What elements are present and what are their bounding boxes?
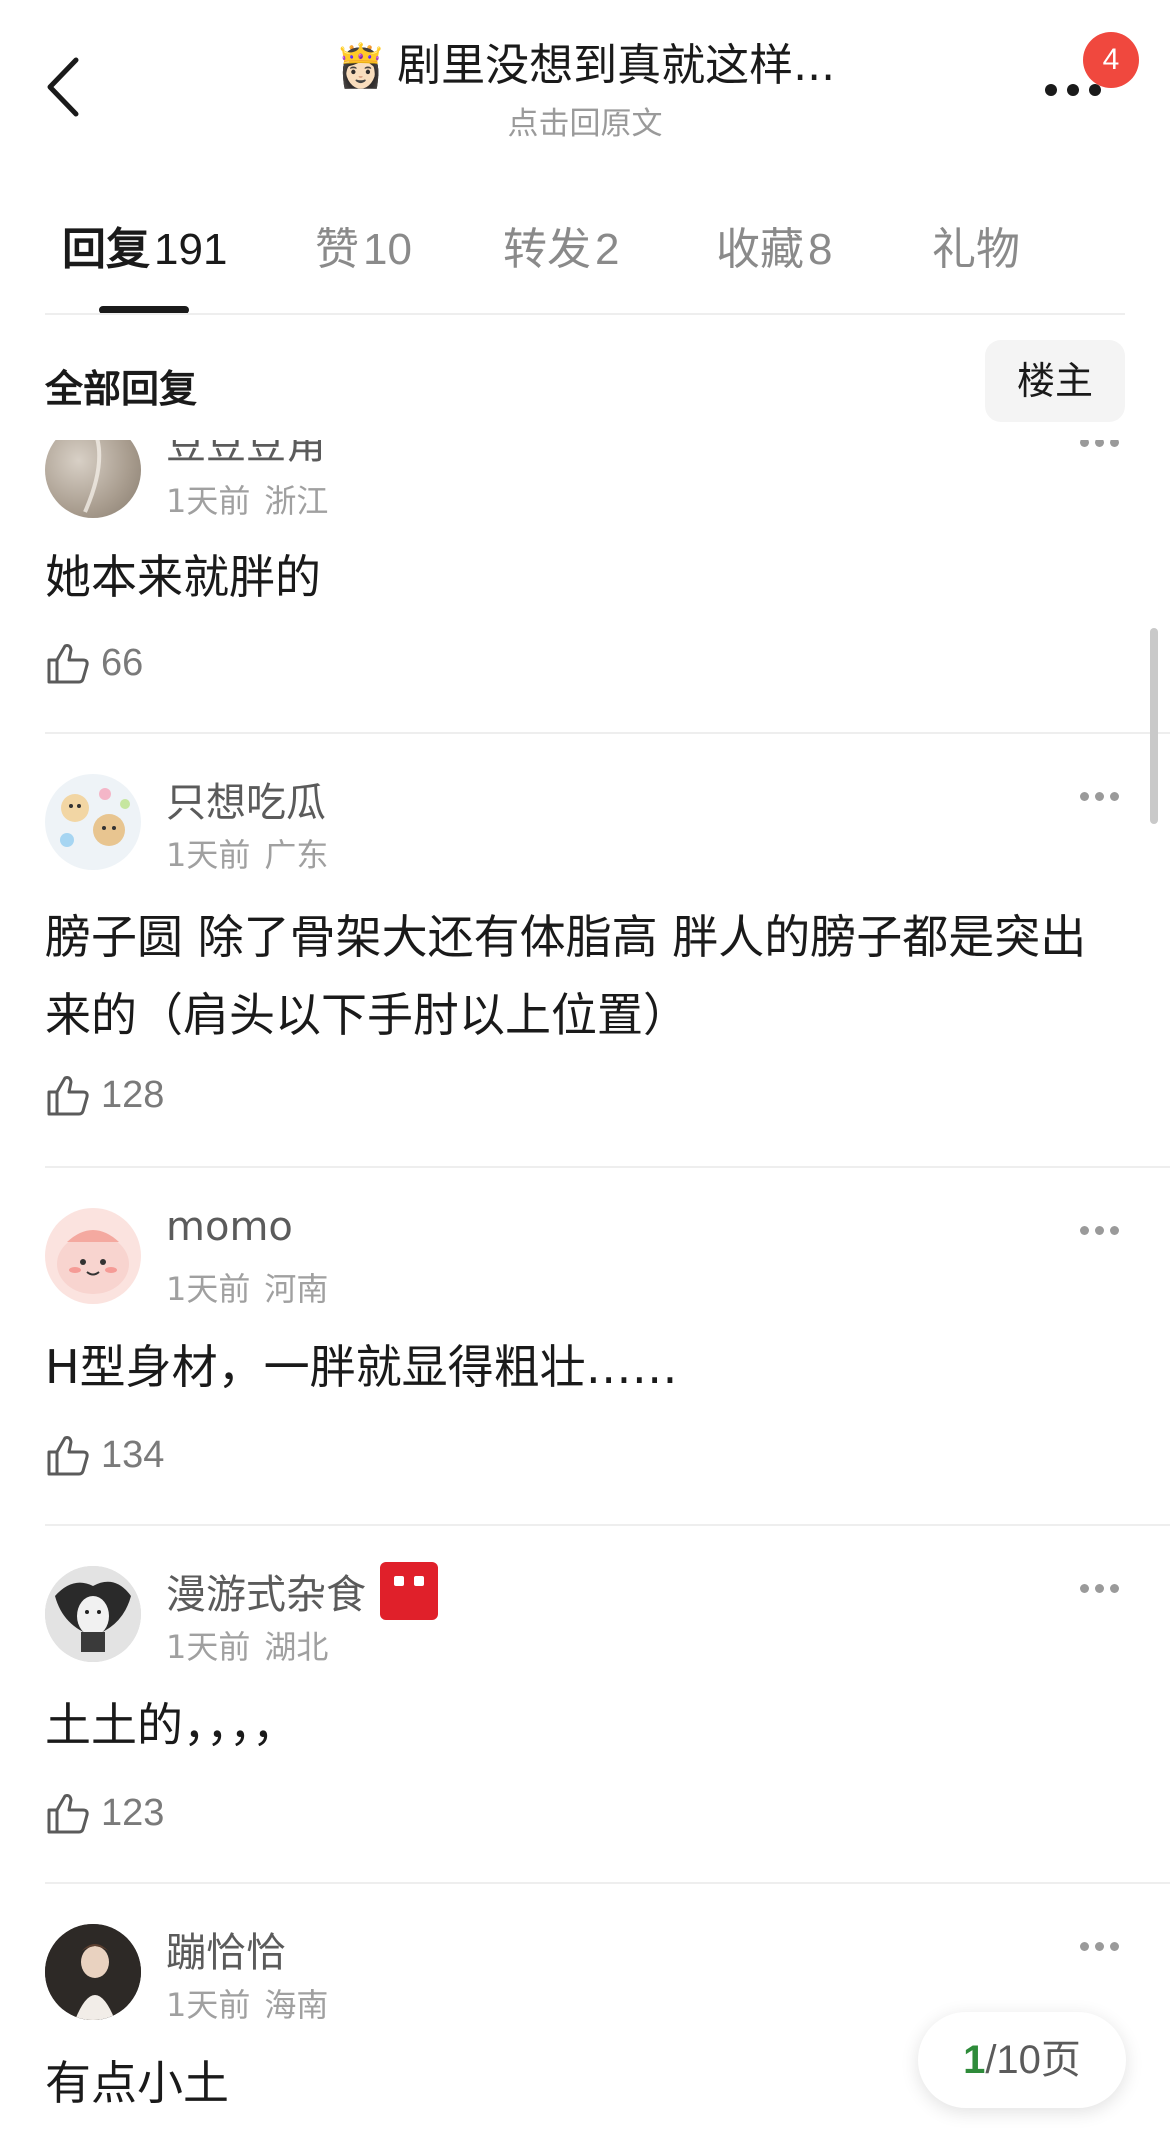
notification-badge[interactable]: 4 [1083,32,1139,88]
comment-meta: 1天前 湖北 [166,1622,328,1668]
comment-username[interactable]: 漫游式杂食 [166,1562,438,1620]
username-text: 蹦恰恰 [166,1930,286,1976]
comment-location: 河南 [264,1270,329,1308]
comment-location: 海南 [264,1986,329,2024]
tab-replies[interactable]: 回复191 [62,222,227,278]
like-count: 123 [101,1791,165,1834]
like-button[interactable]: 123 [45,1790,164,1836]
tab-label: 礼物 [932,224,1020,275]
comment-text: H型身材，一胖就显得粗壮…… [45,1340,678,1394]
princess-emoji-icon: 👸🏻 [334,41,388,90]
username-text: momo [166,1204,293,1250]
username-text: 只想吃瓜 [166,780,326,826]
comment-more-button[interactable] [1078,786,1122,810]
more-dot-icon [1045,84,1057,96]
total-pages: /10页 [985,2038,1081,2082]
interaction-tabs: 回复191 赞10 转发2 收藏8 礼物 [0,212,1170,316]
thumbs-up-icon [47,644,89,684]
tab-label: 赞 [315,224,359,275]
like-count: 134 [101,1433,165,1476]
more-dot-icon [1067,84,1079,96]
user-avatar[interactable] [45,1924,141,2020]
comment-more-button[interactable] [1078,1578,1122,1602]
like-count: 66 [101,641,144,684]
user-avatar[interactable] [45,1208,141,1304]
username-text: 漫游式杂食 [166,1572,366,1618]
thumbs-up-icon [47,1076,89,1116]
member-badge-icon [380,1562,438,1620]
comment-time: 1天前 [166,1986,251,2024]
comment-meta: 1天前 河南 [166,1264,328,1310]
post-title-block[interactable]: 👸🏻 剧里没想到真就这样... 点击回原文 [230,38,940,143]
comment-time: 1天前 [166,482,251,520]
comment-more-button[interactable] [1078,440,1122,456]
comment-time: 1天前 [166,1628,251,1666]
tabs-divider [45,313,1125,315]
comment-username[interactable]: 蹦恰恰 [166,1920,286,1978]
comment-item: 漫游式杂食 1天前 湖北 土土的，，，， 123 [0,1526,1170,1882]
comment-item: 豆豆豆角 1天前 浙江 她本来就胖的 66 [0,440,1170,732]
comment-location: 浙江 [264,482,329,520]
comment-username[interactable]: momo [166,1204,293,1250]
current-page: 1 [963,2038,986,2082]
all-replies-heading: 全部回复 [45,367,198,411]
top-nav-bar: 👸🏻 剧里没想到真就这样... 点击回原文 4 [0,0,1170,160]
comment-location: 广东 [264,836,329,874]
comment-username[interactable]: 只想吃瓜 [166,770,326,828]
comment-more-button[interactable] [1078,1220,1122,1244]
post-title: 剧里没想到真就这样... [397,40,836,91]
avatar-image-icon [57,1230,129,1294]
user-avatar[interactable] [45,440,141,518]
comment-location: 湖北 [264,1628,329,1666]
like-button[interactable]: 134 [45,1432,164,1478]
comment-meta: 1天前 浙江 [166,476,328,522]
avatar-image-icon [83,440,102,513]
tab-likes[interactable]: 赞10 [315,222,412,278]
chevron-left-icon [47,57,79,117]
tab-reposts[interactable]: 转发2 [503,222,619,278]
thumbs-up-icon [47,1436,89,1476]
scrollbar[interactable] [1150,628,1158,824]
back-button[interactable] [40,52,90,122]
tab-count: 10 [363,225,412,274]
comment-text: 膀子圆 除了骨架大还有体脂高 胖人的膀子都是突出来的（肩头以下手肘以上位置） [45,910,1087,1042]
comment-text: 土土的，，，， [45,1698,298,1752]
tab-count: 8 [808,225,833,274]
tab-label: 收藏 [716,224,804,275]
comment-time: 1天前 [166,836,251,874]
pagination-indicator[interactable]: 1/10页 [918,2012,1126,2108]
tab-gifts[interactable]: 礼物 [932,222,1024,278]
comment-time: 1天前 [166,1270,251,1308]
comment-feed[interactable]: 豆豆豆角 1天前 浙江 她本来就胖的 66 只想吃瓜 1天前 广东 膀子圆 除了… [0,440,1170,2134]
username-text: 豆豆豆角 [166,440,326,468]
comment-username[interactable]: 豆豆豆角 [166,440,326,470]
comment-meta: 1天前 海南 [166,1980,328,2026]
user-avatar[interactable] [45,774,141,870]
tab-count: 191 [154,225,228,274]
back-to-original-link[interactable]: 点击回原文 [230,98,940,143]
thumbs-up-icon [47,1794,89,1834]
avatar-image-icon [60,788,130,847]
comment-text: 她本来就胖的 [45,550,321,604]
comment-item: momo 1天前 河南 H型身材，一胖就显得粗壮…… 134 [0,1168,1170,1524]
tab-favorites[interactable]: 收藏8 [716,222,832,278]
avatar-image-icon [45,1924,141,2020]
like-button[interactable]: 66 [45,640,143,686]
comment-meta: 1天前 广东 [166,830,328,876]
tab-label: 回复 [62,224,150,275]
comment-more-button[interactable] [1078,1936,1122,1960]
tab-label: 转发 [503,224,591,275]
comment-item: 只想吃瓜 1天前 广东 膀子圆 除了骨架大还有体脂高 胖人的膀子都是突出来的（肩头… [0,734,1170,1166]
tab-count: 2 [595,225,620,274]
like-button[interactable]: 128 [45,1072,164,1118]
user-avatar[interactable] [45,1566,141,1662]
op-only-filter-button[interactable]: 楼主 [985,340,1125,422]
like-count: 128 [101,1073,165,1116]
avatar-image-icon [45,1566,141,1662]
